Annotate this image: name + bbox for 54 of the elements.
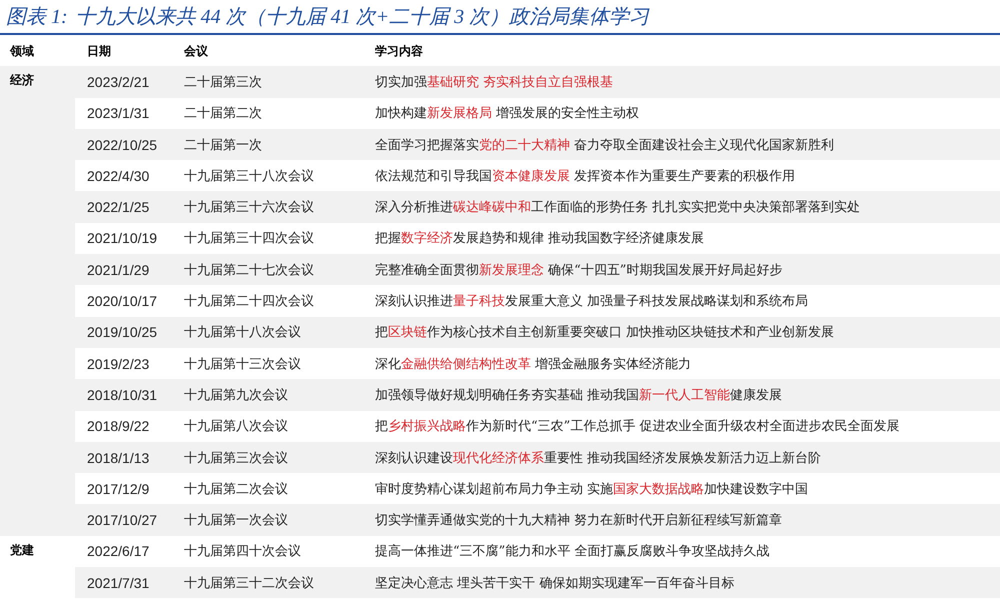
- content-cell-text: 加强领导做好规划明确任务夯实基础 推动我国新一代人工智能健康发展: [375, 386, 782, 404]
- meeting-cell-text: 十九届第十八次会议: [184, 324, 301, 342]
- content-cell-text: 提高一体推进“三不腐”能力和水平 全面打赢反腐败斗争攻坚战持久战: [375, 543, 770, 560]
- content-cell-text: 审时度势精心谋划超前布局力争主动 实施国家大数据战略加快建设数字中国: [375, 480, 808, 498]
- meeting-cell-text: 十九届第八次会议: [184, 418, 288, 436]
- figure-title: 图表 1: 十九大以来共 44 次（十九届 41 次+二十届 3 次）政治局集体学习: [0, 0, 1000, 35]
- date-cell: 2022/1/25: [87, 199, 150, 216]
- meeting-cell-text: 十九届第三十八次会议: [184, 168, 314, 185]
- content-cell-text: 深刻认识推进量子科技发展重大意义 加强量子科技发展战略谋划和系统布局: [375, 293, 808, 310]
- content-cell-text: 切实加强基础研究 夯实科技自立自强根基: [375, 74, 614, 91]
- meeting-cell-text: 十九届第三十四次会议: [184, 230, 314, 248]
- domain-label: 经济: [10, 73, 34, 88]
- meeting-cell-text: 十九届第三次会议: [184, 450, 288, 466]
- content-cell-text: 加快构建新发展格局 增强发展的安全性主动权: [375, 105, 640, 122]
- meeting-cell-text: 二十届第三次: [184, 74, 262, 91]
- date-cell: 2022/10/25: [87, 136, 158, 153]
- date-cell: 2019/10/25: [87, 324, 158, 340]
- meeting-cell-text: 二十届第二次: [184, 105, 262, 122]
- content-cell-text: 把握数字经济发展趋势和规律 推动我国数字经济健康发展: [375, 230, 704, 248]
- content-cell-text: 把区块链作为核心技术自主创新重要突破口 加快推动区块链技术和产业创新发展: [375, 324, 834, 342]
- meeting-cell-text: 十九届第三十二次会议: [184, 574, 314, 592]
- date-cell: 2021/10/19: [87, 230, 158, 246]
- content-cell-text: 切实学懂弄通做实党的十九大精神 努力在新时代开启新征程续写新篇章: [375, 512, 782, 530]
- meeting-cell-text: 十九届第十三次会议: [184, 356, 301, 373]
- meeting-cell-text: 十九届第四十次会议: [184, 543, 301, 560]
- content-cell-text: 深化金融供给侧结构性改革 增强金融服务实体经济能力: [375, 356, 692, 373]
- date-cell: 2017/10/27: [87, 512, 158, 528]
- date-cell: 2018/1/13: [87, 450, 150, 466]
- domain-label: 党建: [10, 542, 34, 557]
- meeting-cell-text: 十九届第一次会议: [184, 512, 288, 530]
- content-cell-text: 深刻认识建设现代化经济体系重要性 推动我国经济发展焕发新活力迈上新台阶: [375, 450, 822, 466]
- date-cell: 2017/12/9: [87, 480, 150, 497]
- date-cell: 2021/1/29: [87, 262, 150, 278]
- date-cell: 2022/4/30: [87, 168, 150, 184]
- date-cell: 2018/10/31: [87, 386, 158, 403]
- date-cell: 2022/6/17: [87, 543, 150, 560]
- content-cell-text: 依法规范和引导我国资本健康发展 发挥资本作为重要生产要素的积极作用: [375, 168, 796, 185]
- content-cell-text: 把乡村振兴战略作为新时代“三农”工作总抓手 促进农业全面升级农村全面进步农民全面发展: [375, 418, 900, 436]
- content-cell-text: 坚定决心意志 埋头苦干实干 确保如期实现建军一百年奋斗目标: [375, 574, 734, 592]
- meeting-cell-text: 十九届第二十七次会议: [184, 262, 314, 279]
- date-cell: 2020/10/17: [87, 293, 158, 310]
- meeting-cell-text: 十九届第九次会议: [184, 386, 288, 404]
- meeting-cell-text: 十九届第二次会议: [184, 480, 288, 498]
- content-cell-text: 全面学习把握落实党的二十大精神 奋力夺取全面建设社会主义现代化国家新胜利: [375, 136, 834, 154]
- meeting-cell-text: 十九届第三十六次会议: [184, 199, 314, 216]
- content-cell-text: 完整准确全面贯彻新发展理念 确保“十四五”时期我国发展开好局起好步: [375, 262, 782, 279]
- date-cell: 2023/1/31: [87, 105, 150, 122]
- meeting-cell-text: 十九届第二十四次会议: [184, 293, 314, 310]
- meeting-cell-text: 二十届第一次: [184, 136, 262, 154]
- date-cell: 2021/7/31: [87, 574, 150, 591]
- content-cell-text: 深入分析推进碳达峰碳中和工作面临的形势任务 扎扎实实把党中央决策部署落到实处: [375, 199, 860, 216]
- date-cell: 2019/2/23: [87, 356, 150, 372]
- date-cell: 2018/9/22: [87, 418, 150, 434]
- date-cell: 2023/2/21: [87, 74, 150, 90]
